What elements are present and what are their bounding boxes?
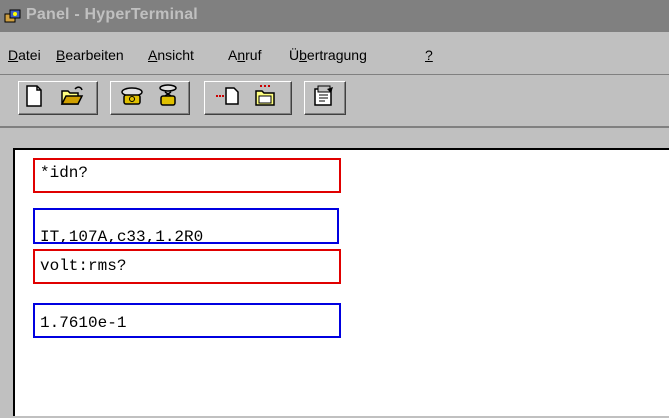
command-highlight-box <box>33 158 341 193</box>
disconnect-button[interactable] <box>153 83 183 113</box>
new-document-button[interactable] <box>19 83 49 113</box>
menu-ansicht[interactable]: Ansicht <box>148 47 194 63</box>
send-button[interactable] <box>213 83 243 113</box>
command-highlight-box <box>33 249 341 284</box>
menu-help[interactable]: ? <box>425 47 433 63</box>
toolbar-group-call <box>110 81 190 115</box>
connect-phone-icon <box>120 85 144 112</box>
properties-icon <box>313 85 335 112</box>
menu-datei[interactable]: Datei <box>8 47 41 63</box>
open-button[interactable] <box>57 83 87 113</box>
response-highlight-box <box>33 303 341 338</box>
window-title: Panel - HyperTerminal <box>26 6 198 23</box>
receive-file-icon <box>254 84 278 113</box>
hyperterminal-app-icon[interactable] <box>4 8 22 24</box>
new-document-icon <box>24 84 44 112</box>
menu-bearbeiten[interactable]: Bearbeiten <box>56 47 124 63</box>
menu-uebertragung[interactable]: Übertragung <box>289 47 367 63</box>
menu-anruf[interactable]: Anruf <box>228 47 261 63</box>
connect-button[interactable] <box>117 83 147 113</box>
properties-button[interactable] <box>309 83 339 113</box>
response-highlight-box <box>33 208 339 244</box>
menu-bar: Datei Bearbeiten Ansicht Anruf Übertragu… <box>0 32 669 74</box>
receive-button[interactable] <box>251 83 281 113</box>
title-bar[interactable]: Panel - HyperTerminal <box>0 0 669 32</box>
toolbar-group-properties <box>304 81 346 115</box>
disconnect-phone-icon <box>157 83 179 113</box>
toolbar-group-file <box>18 81 98 115</box>
open-folder-icon <box>60 85 84 112</box>
toolbar <box>0 77 669 121</box>
toolbar-group-transfer <box>204 81 292 115</box>
send-file-icon <box>215 85 241 112</box>
